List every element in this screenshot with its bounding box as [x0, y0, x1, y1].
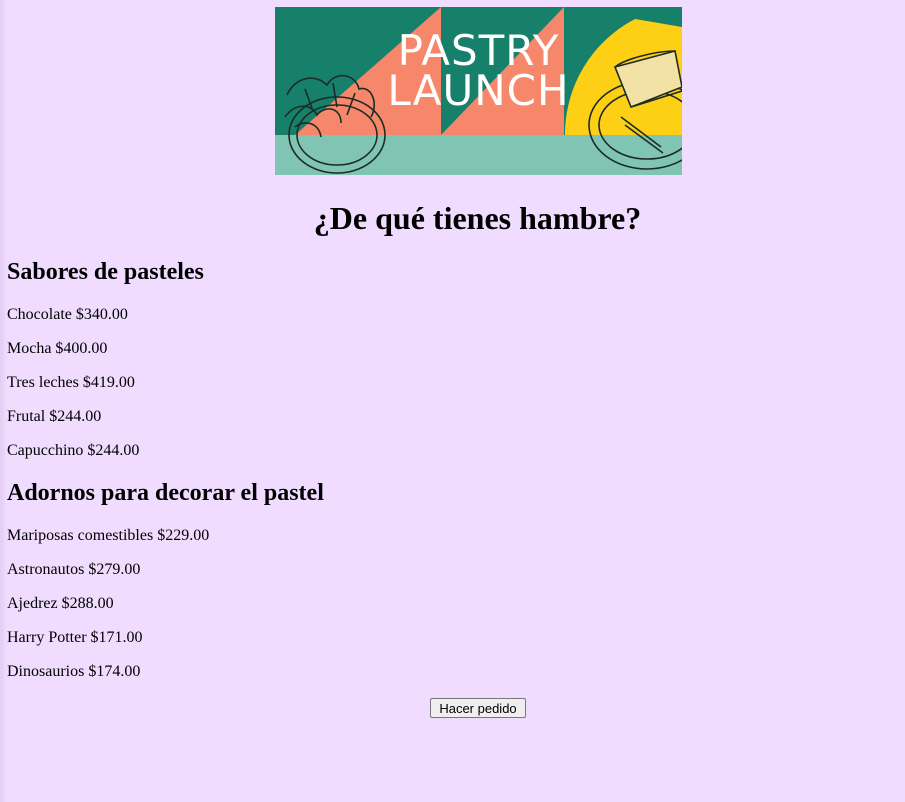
pastry-launch-banner: PASTRY LAUNCH	[275, 7, 682, 175]
section-title-decorations: Adornos para decorar el pastel	[7, 480, 324, 506]
menu-item: Mariposas comestibles $229.00	[7, 527, 210, 544]
page-title: ¿De qué tienes hambre?	[313, 200, 642, 236]
menu-item: Frutal $244.00	[7, 408, 102, 425]
page-edge-shade	[0, 0, 7, 802]
menu-item: Mocha $400.00	[7, 340, 108, 357]
menu-item: Dinosaurios $174.00	[7, 663, 141, 680]
banner-title-line-2: LAUNCH	[387, 66, 570, 115]
menu-item: Astronautos $279.00	[7, 561, 141, 578]
menu-item: Chocolate $340.00	[7, 306, 128, 323]
section-title-cake-flavors: Sabores de pasteles	[7, 259, 204, 285]
menu-item: Capucchino $244.00	[7, 442, 140, 459]
menu-item: Harry Potter $171.00	[7, 629, 143, 646]
menu-item: Ajedrez $288.00	[7, 595, 114, 612]
banner-title: PASTRY LAUNCH	[275, 26, 682, 115]
place-order-button[interactable]: Hacer pedido	[430, 698, 526, 718]
menu-item: Tres leches $419.00	[7, 374, 135, 391]
banner-title-line-1: PASTRY	[397, 26, 560, 75]
